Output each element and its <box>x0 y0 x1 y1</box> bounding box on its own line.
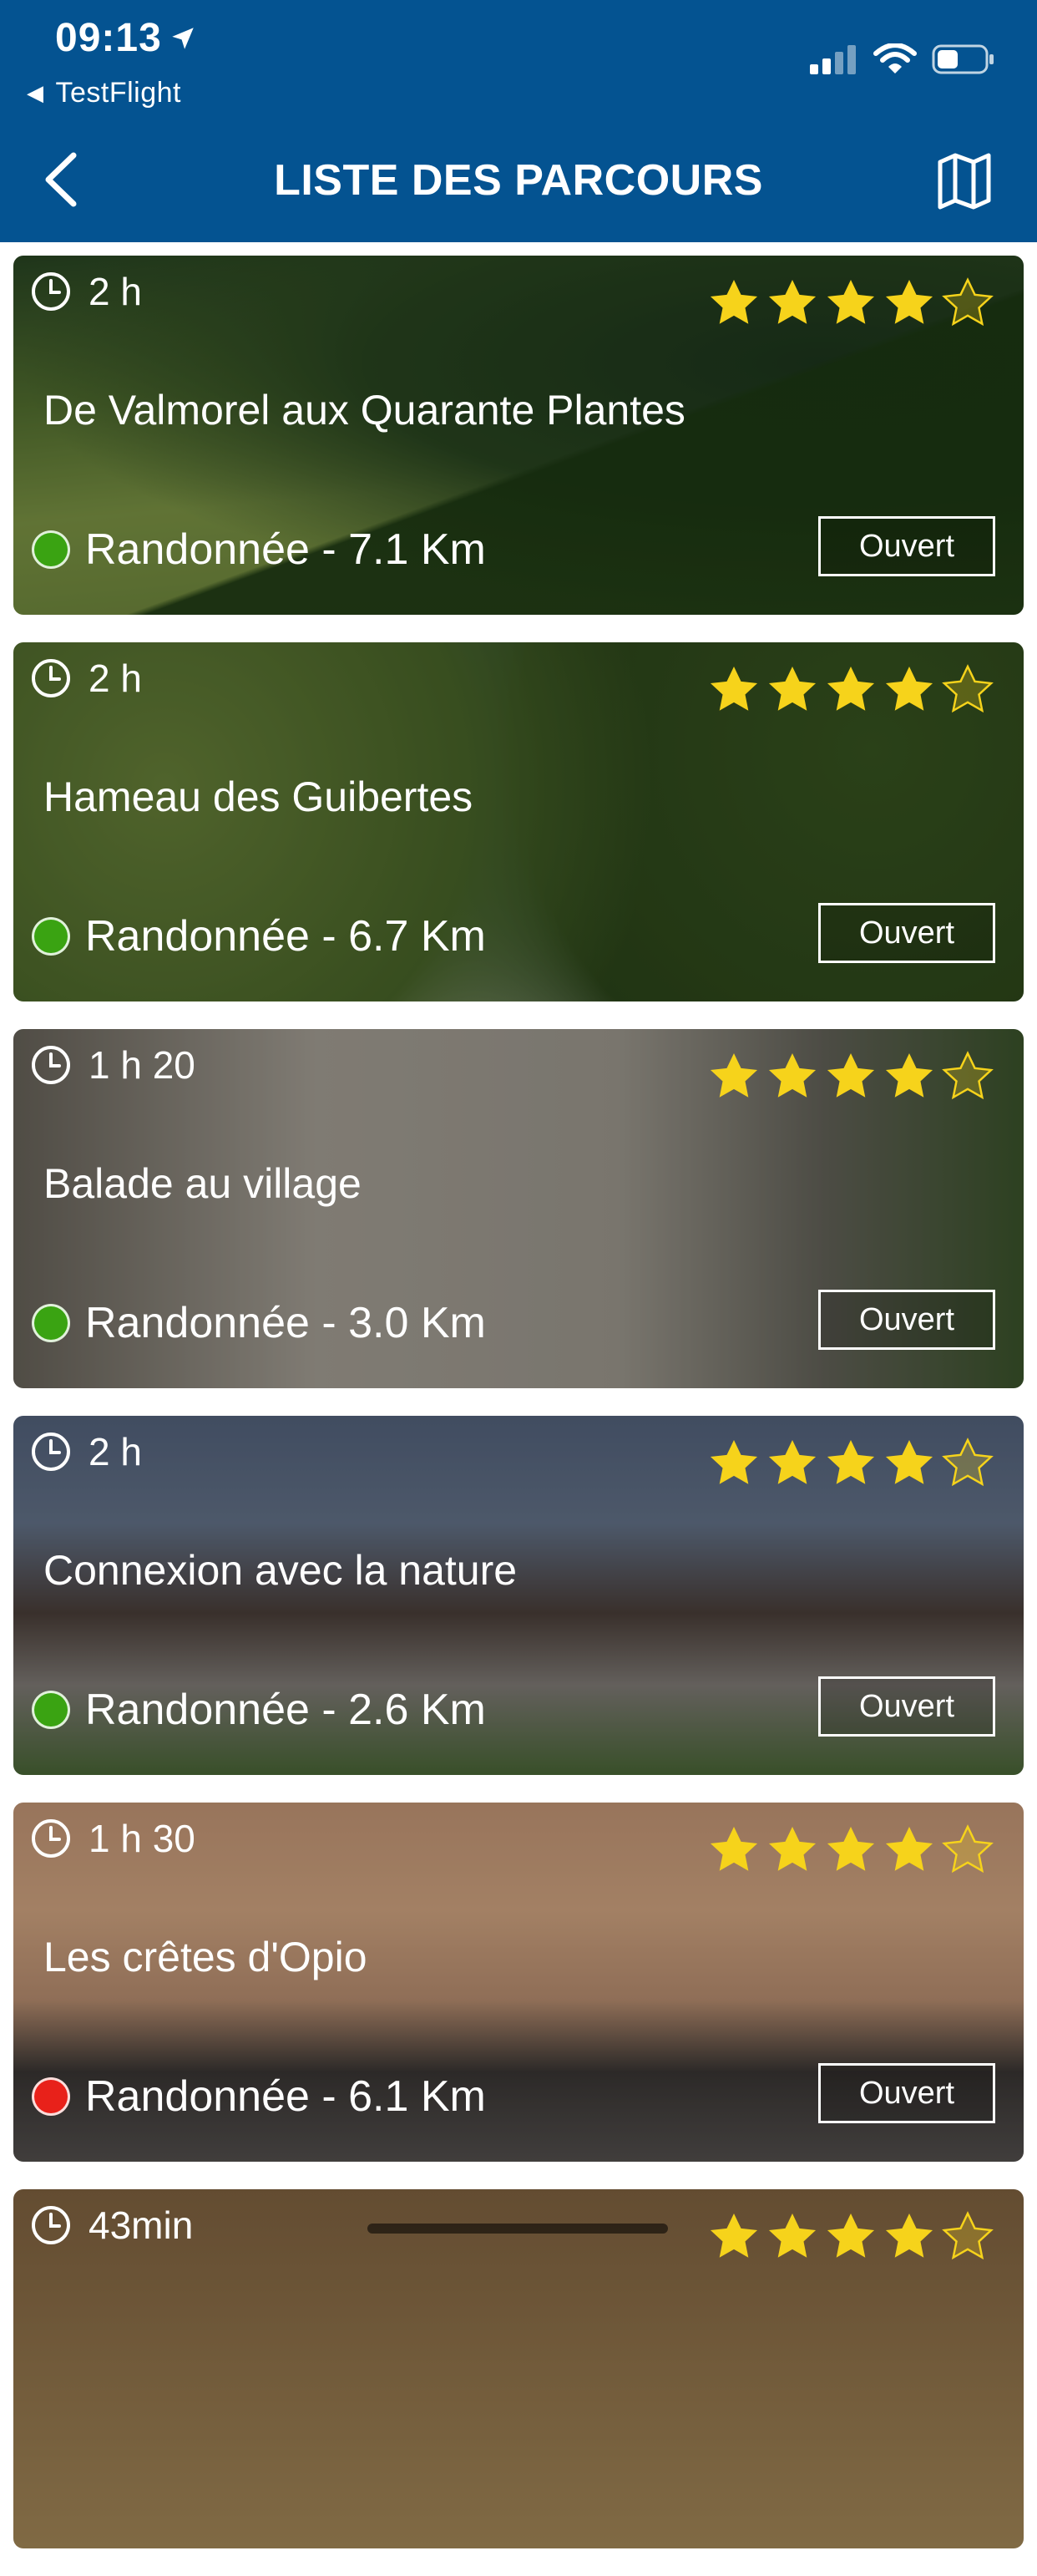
rating-stars <box>703 1436 995 1491</box>
star-filled-icon <box>768 2213 817 2258</box>
difficulty-dot <box>32 530 70 569</box>
clock-icon <box>32 1433 70 1471</box>
route-meta: Randonnée - 2.6 Km <box>32 1685 486 1735</box>
route-meta: Randonnée - 3.0 Km <box>32 1298 486 1348</box>
star-filled-icon <box>710 1826 758 1871</box>
clock-icon <box>32 272 70 311</box>
status-open-button[interactable]: Ouvert <box>818 1290 995 1350</box>
duration-text: 2 h <box>89 657 142 700</box>
route-name: Balade au village <box>43 1160 362 1207</box>
back-app-label: TestFlight <box>55 77 181 109</box>
route-meta: Randonnée - 6.7 Km <box>32 911 486 961</box>
status-open-button[interactable]: Ouvert <box>818 2063 995 2123</box>
duration-text: 2 h <box>89 1430 142 1473</box>
rating-stars <box>703 1823 995 1878</box>
star-empty-icon <box>942 1824 994 1874</box>
route-card[interactable]: 2 h Hameau des Guibertes Randonnée - 6.7… <box>13 642 1024 1001</box>
star-filled-icon <box>768 1439 817 1484</box>
star-empty-icon <box>942 1438 994 1487</box>
star-filled-icon <box>710 666 758 711</box>
rating-stars <box>703 2209 995 2264</box>
star-filled-icon <box>768 1052 817 1098</box>
route-duration: 43min <box>30 2203 193 2248</box>
route-duration: 1 h 20 <box>30 1042 195 1088</box>
difficulty-dot <box>32 917 70 956</box>
route-duration: 2 h <box>30 269 142 314</box>
duration-text: 43min <box>89 2203 194 2247</box>
status-time: 09:13 <box>55 15 197 61</box>
star-filled-icon <box>827 666 875 711</box>
route-type-distance: Randonnée - 6.1 Km <box>85 2072 486 2121</box>
battery-icon <box>932 44 994 74</box>
star-filled-icon <box>885 2213 933 2258</box>
status-open-button[interactable]: Ouvert <box>818 516 995 576</box>
star-filled-icon <box>885 1052 933 1098</box>
clock-icon <box>32 659 70 697</box>
star-filled-icon <box>827 2213 875 2258</box>
clock-text: 09:13 <box>55 16 162 60</box>
status-open-button[interactable]: Ouvert <box>818 903 995 963</box>
star-filled-icon <box>885 1826 933 1871</box>
duration-text: 1 h 30 <box>89 1817 195 1860</box>
route-name: Hameau des Guibertes <box>43 773 473 820</box>
star-filled-icon <box>768 1826 817 1871</box>
status-open-button[interactable]: Ouvert <box>818 1676 995 1737</box>
page-title: LISTE DES PARCOURS <box>274 156 763 205</box>
rating-stars <box>703 1049 995 1104</box>
route-card[interactable]: 1 h 30 Les crêtes d'Opio Randonnée - 6.1… <box>13 1803 1024 2162</box>
star-filled-icon <box>768 666 817 711</box>
back-to-testflight[interactable]: ◀ TestFlight <box>27 77 181 109</box>
star-filled-icon <box>710 279 758 324</box>
route-name: Connexion avec la nature <box>43 1547 518 1594</box>
status-icons <box>795 43 995 75</box>
route-card[interactable]: 1 h 20 Balade au village Randonnée - 3.0… <box>13 1029 1024 1388</box>
star-empty-icon <box>942 664 994 713</box>
back-triangle-icon: ◀ <box>27 80 44 105</box>
rating-stars <box>703 276 995 331</box>
route-name: De Valmorel aux Quarante Plantes <box>43 387 685 434</box>
star-empty-icon <box>942 277 994 327</box>
difficulty-dot <box>32 2077 70 2116</box>
route-meta: Randonnée - 7.1 Km <box>32 525 486 575</box>
route-duration: 1 h 30 <box>30 1816 195 1861</box>
map-icon[interactable] <box>935 152 994 210</box>
star-filled-icon <box>710 1439 758 1484</box>
difficulty-dot <box>32 1304 70 1342</box>
route-type-distance: Randonnée - 3.0 Km <box>85 1299 486 1347</box>
clock-icon <box>32 2206 70 2244</box>
star-filled-icon <box>710 1052 758 1098</box>
route-card[interactable]: 2 h De Valmorel aux Quarante Plantes Ran… <box>13 256 1024 615</box>
star-empty-icon <box>942 1051 994 1100</box>
home-indicator <box>367 2224 668 2234</box>
route-card[interactable]: 43min <box>13 2189 1024 2548</box>
star-filled-icon <box>827 1052 875 1098</box>
star-filled-icon <box>710 2213 758 2258</box>
route-type-distance: Randonnée - 2.6 Km <box>85 1686 486 1734</box>
star-filled-icon <box>768 279 817 324</box>
star-empty-icon <box>942 2211 994 2260</box>
duration-text: 2 h <box>89 270 142 313</box>
wifi-icon <box>873 43 917 74</box>
app-header: 09:13 ◀ TestFlight LISTE DES PARCOURS <box>0 0 1037 242</box>
route-meta: Randonnée - 6.1 Km <box>32 2071 486 2122</box>
star-filled-icon <box>885 1439 933 1484</box>
duration-text: 1 h 20 <box>89 1043 195 1087</box>
route-type-distance: Randonnée - 6.7 Km <box>85 912 486 961</box>
route-card[interactable]: 2 h Connexion avec la nature Randonnée -… <box>13 1416 1024 1775</box>
location-arrow-icon <box>172 27 194 49</box>
star-filled-icon <box>827 279 875 324</box>
clock-icon <box>32 1819 70 1858</box>
route-type-distance: Randonnée - 7.1 Km <box>85 525 486 574</box>
star-filled-icon <box>827 1439 875 1484</box>
star-filled-icon <box>885 666 933 711</box>
route-duration: 2 h <box>30 1429 142 1474</box>
star-filled-icon <box>827 1826 875 1871</box>
route-duration: 2 h <box>30 656 142 701</box>
clock-icon <box>32 1046 70 1084</box>
star-filled-icon <box>885 279 933 324</box>
cellular-signal-icon <box>810 45 856 74</box>
rating-stars <box>703 662 995 718</box>
route-name: Les crêtes d'Opio <box>43 1934 367 1980</box>
difficulty-dot <box>32 1691 70 1729</box>
